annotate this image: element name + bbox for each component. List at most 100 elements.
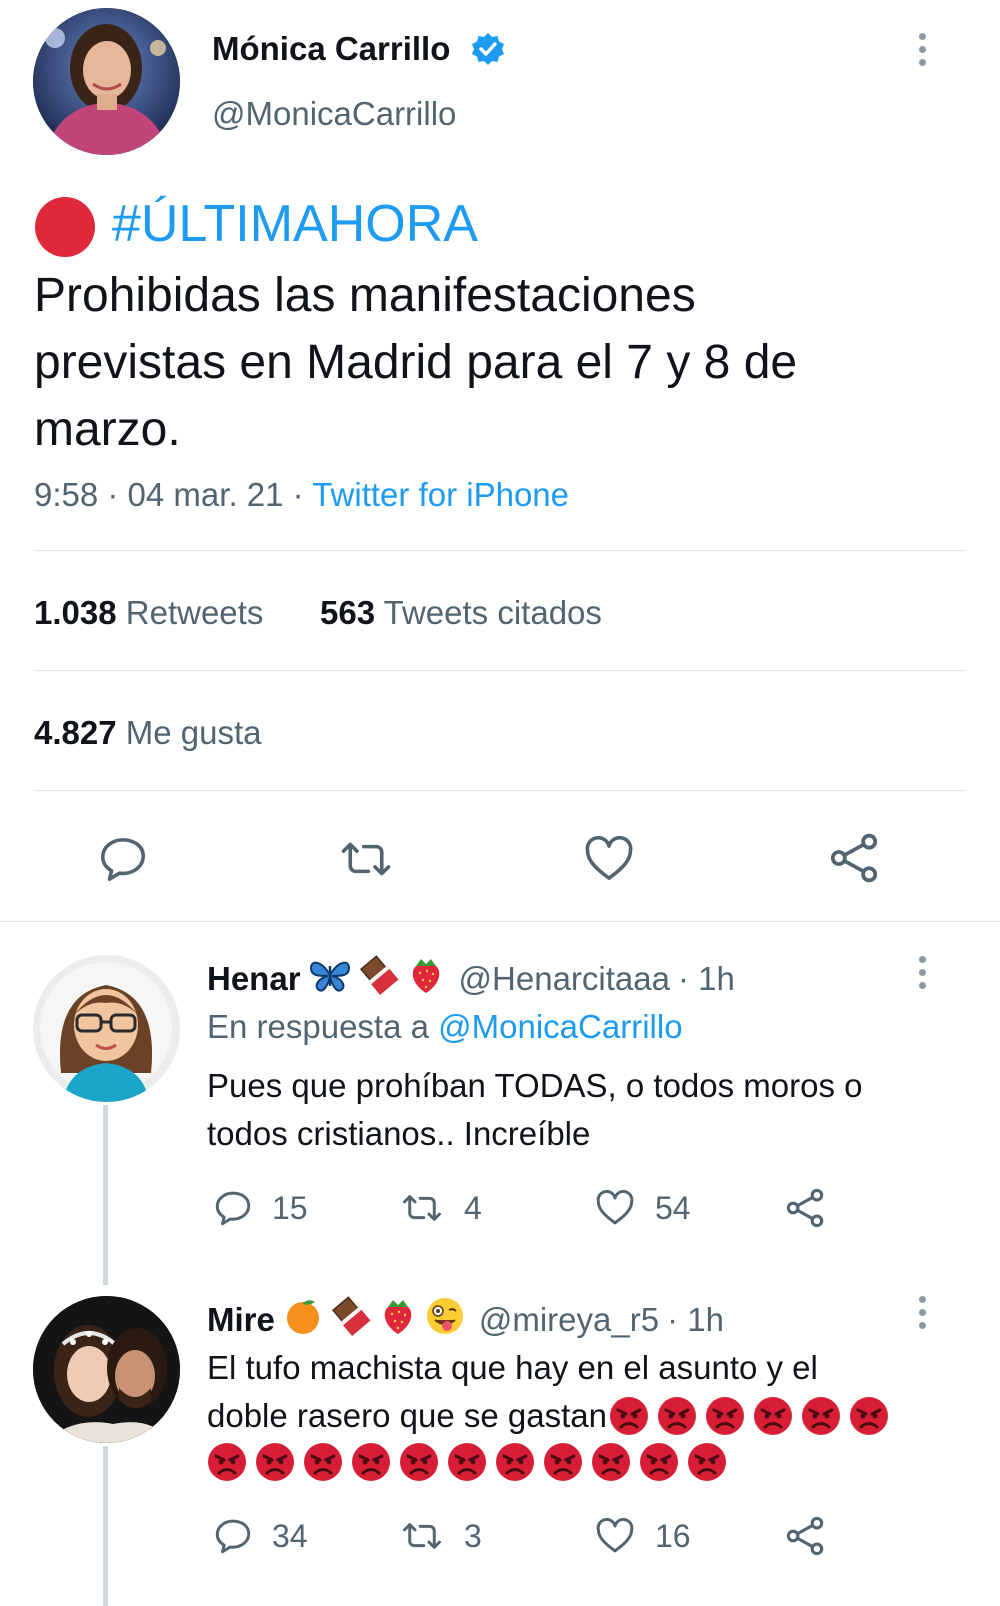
reply-text: Pues que prohíban TODAS, o todos moros o… xyxy=(207,1062,863,1158)
reply-header: Henar @Henarcitaaa · 1h xyxy=(207,955,735,1003)
chocolate-emoji-icon xyxy=(331,1296,371,1344)
likes-stat[interactable]: 4.827 Me gusta xyxy=(34,714,262,752)
zany-face-emoji-icon xyxy=(425,1296,465,1344)
chocolate-emoji-icon xyxy=(359,955,399,1003)
like-icon xyxy=(596,1517,634,1553)
quotes-stat[interactable]: 563 Tweets citados xyxy=(320,594,602,632)
reply-share-icon[interactable] xyxy=(783,1514,827,1563)
reply-icon[interactable] xyxy=(96,832,150,891)
angry-face-emoji-icon xyxy=(753,1396,793,1436)
reply-avatar[interactable] xyxy=(33,1296,180,1443)
tweet-source-link[interactable]: Twitter for iPhone xyxy=(312,476,569,513)
tweet-meta: 9:58 · 04 mar. 21 · Twitter for iPhone xyxy=(34,476,569,514)
reply-text-line: doble rasero que se gastan xyxy=(207,1397,607,1434)
reply-header: Mire @mireya_r5 · 1h xyxy=(207,1296,724,1344)
reply-author-handle[interactable]: @mireya_r5 xyxy=(479,1301,659,1339)
reply-reply-button[interactable]: 34 xyxy=(212,1515,308,1557)
like-count: 54 xyxy=(655,1189,691,1226)
author-handle[interactable]: @MonicaCarrillo xyxy=(212,95,456,133)
angry-face-emoji-icon xyxy=(351,1442,391,1482)
reply-icon xyxy=(215,1191,251,1226)
tweet-text-line: previstas en Madrid para el 7 y 8 de xyxy=(34,336,798,389)
thread-line xyxy=(103,1446,108,1606)
reply-time: · 1h xyxy=(667,1301,724,1338)
verified-badge-icon xyxy=(470,31,506,67)
angry-face-emoji-icon xyxy=(495,1442,535,1482)
angry-face-emoji-icon xyxy=(687,1442,727,1482)
reply-icon xyxy=(215,1519,251,1554)
reply-more-options-icon[interactable] xyxy=(917,956,927,989)
angry-face-emoji-icon xyxy=(801,1396,841,1436)
reply-text-line: todos cristianos.. Increíble xyxy=(207,1115,591,1152)
angry-face-emoji-icon xyxy=(447,1442,487,1482)
angry-emoji-row xyxy=(207,1442,897,1482)
reply-time: · 1h xyxy=(678,960,735,997)
reply-more-options-icon[interactable] xyxy=(917,1296,927,1329)
tweet-timestamp[interactable]: 9:58 · 04 mar. 21 · xyxy=(34,476,304,513)
section-divider xyxy=(0,921,1000,922)
like-count: 16 xyxy=(655,1517,691,1554)
angry-face-emoji-icon xyxy=(543,1442,583,1482)
thread-line xyxy=(103,1105,108,1285)
quotes-label: Tweets citados xyxy=(383,594,602,631)
reply-retweet-button[interactable]: 4 xyxy=(398,1187,482,1229)
butterfly-emoji-icon xyxy=(309,956,351,1002)
reply-share-icon[interactable] xyxy=(783,1186,827,1235)
likes-count: 4.827 xyxy=(34,714,117,751)
more-options-icon[interactable] xyxy=(917,33,927,66)
retweets-stat[interactable]: 1.038 Retweets xyxy=(34,594,263,632)
reply-like-button[interactable]: 54 xyxy=(593,1187,691,1229)
strawberry-emoji-icon xyxy=(379,1296,417,1344)
reply-text-line: Pues que prohíban TODAS, o todos moros o xyxy=(207,1067,863,1104)
tweet-text: Prohibidas las manifestaciones previstas… xyxy=(34,262,797,463)
reply-retweet-button[interactable]: 3 xyxy=(398,1515,482,1557)
divider xyxy=(34,550,966,551)
angry-face-emoji-icon xyxy=(705,1396,745,1436)
quotes-count: 563 xyxy=(320,594,376,631)
angry-face-emoji-icon xyxy=(609,1396,649,1436)
like-icon[interactable] xyxy=(582,832,636,891)
angry-face-emoji-icon xyxy=(849,1396,889,1436)
retweet-count: 4 xyxy=(464,1189,482,1226)
angry-face-emoji-icon xyxy=(255,1442,295,1482)
live-dot-icon xyxy=(35,197,95,257)
retweet-icon xyxy=(403,1523,441,1549)
angry-face-emoji-icon xyxy=(303,1442,343,1482)
divider xyxy=(34,670,966,671)
angry-face-emoji-icon xyxy=(639,1442,679,1482)
reply-author-handle[interactable]: @Henarcitaaa xyxy=(459,960,670,998)
reply-reply-button[interactable]: 15 xyxy=(212,1187,308,1229)
retweets-count: 1.038 xyxy=(34,594,117,631)
likes-label: Me gusta xyxy=(125,714,262,751)
angry-face-emoji-icon xyxy=(399,1442,439,1482)
strawberry-emoji-icon xyxy=(407,955,445,1003)
reply-author-name[interactable]: Henar xyxy=(207,960,301,998)
author-name[interactable]: Mónica Carrillo xyxy=(212,30,450,68)
like-icon xyxy=(596,1189,634,1225)
reply-count: 15 xyxy=(272,1189,308,1226)
retweet-icon[interactable] xyxy=(336,832,396,891)
reply-author-name[interactable]: Mire xyxy=(207,1301,275,1339)
reply-like-button[interactable]: 16 xyxy=(593,1515,691,1557)
reply-text-line: El tufo machista que hay en el asunto y … xyxy=(207,1349,818,1386)
reply-avatar[interactable] xyxy=(33,955,180,1102)
hashtag-link[interactable]: #ÚLTIMAHORA xyxy=(112,194,478,254)
angry-face-emoji-icon xyxy=(207,1442,247,1482)
divider xyxy=(34,790,966,791)
tweet-text-line: marzo. xyxy=(34,403,181,456)
retweet-icon xyxy=(403,1195,441,1221)
reply-text: El tufo machista que hay en el asunto y … xyxy=(207,1344,897,1482)
angry-emoji-row xyxy=(609,1396,897,1436)
angry-face-emoji-icon xyxy=(657,1396,697,1436)
angry-face-emoji-icon xyxy=(591,1442,631,1482)
reply-to: En respuesta a @MonicaCarrillo xyxy=(207,1008,683,1046)
retweet-count: 3 xyxy=(464,1517,482,1554)
reply-to-label: En respuesta a xyxy=(207,1008,429,1045)
orange-emoji-icon xyxy=(283,1296,323,1344)
share-icon[interactable] xyxy=(826,830,882,891)
retweets-label: Retweets xyxy=(125,594,264,631)
author-avatar[interactable] xyxy=(33,8,180,155)
tweet-text-line: Prohibidas las manifestaciones xyxy=(34,269,696,322)
reply-to-handle-link[interactable]: @MonicaCarrillo xyxy=(438,1008,682,1045)
reply-count: 34 xyxy=(272,1517,308,1554)
